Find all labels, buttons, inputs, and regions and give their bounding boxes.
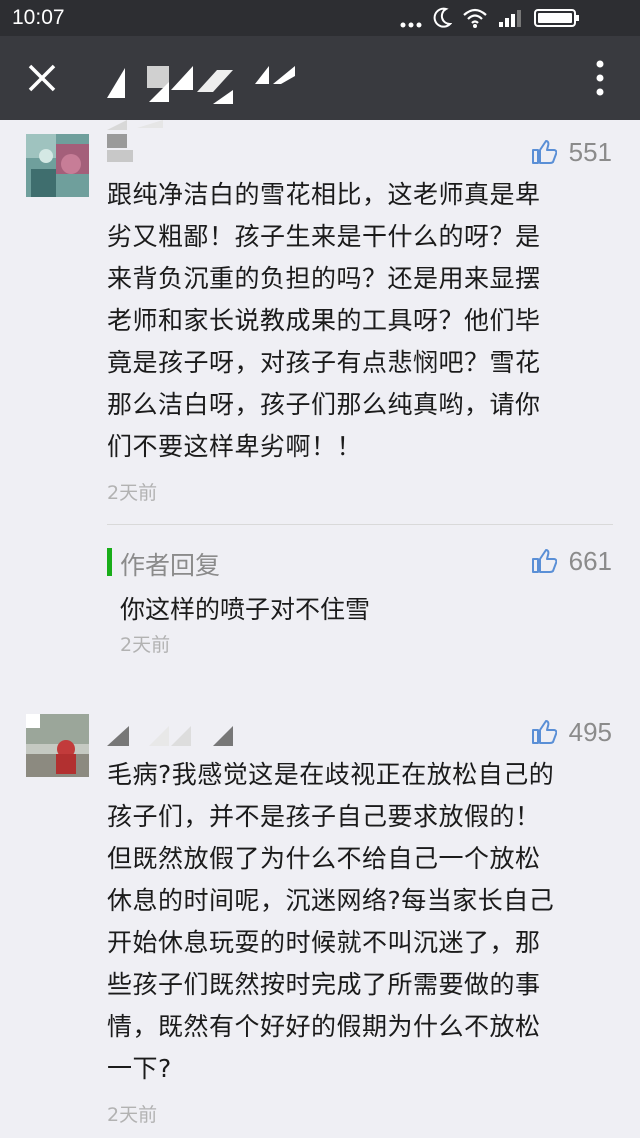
more-vertical-icon	[596, 60, 604, 96]
comment-time: 2天前	[107, 482, 158, 504]
comment-time: 2天前	[107, 1104, 158, 1126]
comment-line: 竟是孩子呀，对孩子有点悲悯吧？雪花	[107, 348, 541, 377]
reply-like-button[interactable]: 661	[531, 546, 612, 576]
close-icon	[28, 64, 56, 92]
comment-item: 551 跟纯净洁白的雪花相比，这老师真是卑 劣又粗鄙！孩子生来是干什么的呀？是 …	[0, 120, 640, 680]
comment-line: 休息的时间呢，沉迷网络?每当家长自己	[107, 886, 555, 915]
avatar[interactable]	[26, 134, 89, 197]
avatar[interactable]	[26, 714, 89, 777]
reply-like-count: 661	[568, 545, 612, 576]
username-obscured	[107, 720, 237, 750]
author-reply-label: 作者回复	[120, 551, 221, 580]
comment-item: 495 毛病?我感觉这是在歧视正在放松自己的 孩子们，并不是孩子自己要求放假的！…	[0, 700, 640, 1138]
comment-line: 开始休息玩耍的时候就不叫沉迷了，那	[107, 928, 541, 957]
comment-line: 那么洁白呀，孩子们那么纯真哟，请你	[107, 390, 541, 419]
thumbs-up-icon	[531, 140, 557, 164]
more-dots-icon	[400, 14, 422, 33]
like-count: 551	[568, 136, 612, 167]
comment-line: 些孩子们既然按时完成了所需要做的事	[107, 970, 541, 999]
comment-line: 来背负沉重的负担的吗？还是用来显摆	[107, 264, 541, 293]
comment-line: 情，既然有个好好的假期为什么不放松	[107, 1012, 541, 1041]
like-count: 495	[568, 716, 612, 747]
comment-line: 们不要这样卑劣啊！！	[107, 432, 363, 461]
moon-icon	[432, 7, 453, 33]
close-button[interactable]	[22, 58, 62, 98]
like-button[interactable]: 551	[531, 137, 612, 167]
comment-line: 跟纯净洁白的雪花相比，这老师真是卑	[107, 180, 541, 209]
thumbs-up-icon	[531, 720, 557, 744]
title-obscured	[105, 60, 305, 110]
username-obscured	[107, 120, 197, 164]
comment-line: 一下?	[107, 1054, 172, 1083]
like-button[interactable]: 495	[531, 717, 612, 747]
comment-line: 孩子们，并不是孩子自己要求放假的！	[107, 802, 541, 831]
nav-bar	[0, 36, 640, 120]
signal-icon	[498, 8, 524, 32]
status-time: 10:07	[12, 6, 65, 29]
comment-text: 毛病?我感觉这是在歧视正在放松自己的 孩子们，并不是孩子自己要求放假的！ 但既然…	[107, 754, 617, 1090]
battery-icon	[534, 9, 580, 31]
comment-line: 毛病?我感觉这是在歧视正在放松自己的	[107, 760, 555, 789]
comment-line: 老师和家长说教成果的工具呀？他们毕	[107, 306, 541, 335]
reply-accent-bar	[107, 548, 112, 576]
author-reply-text: 你这样的喷子对不住雪	[120, 595, 371, 624]
comment-line: 但既然放假了为什么不给自己一个放松	[107, 844, 541, 873]
status-icons	[400, 6, 630, 30]
wifi-icon	[462, 7, 488, 33]
thumbs-up-icon	[531, 549, 557, 573]
comment-text: 跟纯净洁白的雪花相比，这老师真是卑 劣又粗鄙！孩子生来是干什么的呀？是 来背负沉…	[107, 174, 617, 468]
comment-line: 劣又粗鄙！孩子生来是干什么的呀？是	[107, 222, 541, 251]
more-button[interactable]	[590, 58, 610, 98]
reply-time: 2天前	[120, 634, 171, 656]
status-bar: 10:07	[0, 0, 640, 36]
divider	[107, 524, 613, 525]
